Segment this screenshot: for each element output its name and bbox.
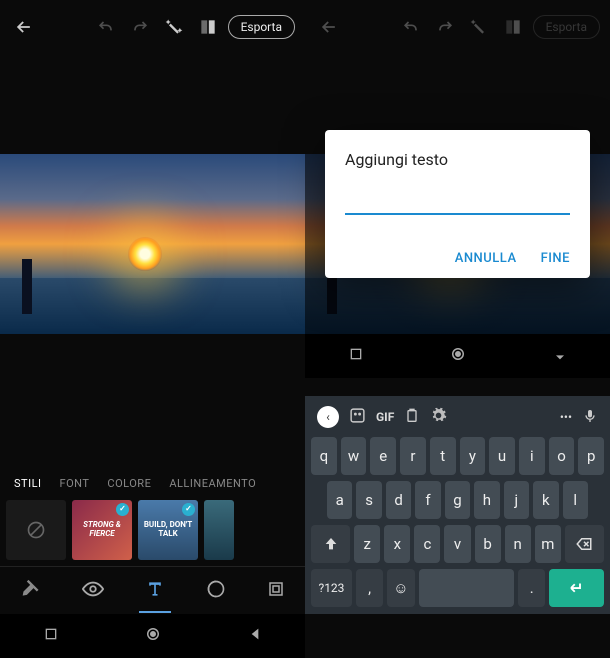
key-row-4: ?123 , ☺ . <box>309 566 606 610</box>
shift-key[interactable] <box>311 525 350 563</box>
premium-badge-icon: ✓ <box>182 503 195 516</box>
heal-tool-icon[interactable] <box>11 571 51 611</box>
text-edit-tabs: STILI FONT COLORE ALLINEAMENTO <box>0 467 305 500</box>
nav-back-icon[interactable] <box>247 626 263 646</box>
key-n[interactable]: n <box>505 525 531 563</box>
image-canvas[interactable] <box>0 154 305 334</box>
back-icon[interactable] <box>315 13 343 41</box>
style-label: BUILD, DON'T TALK <box>138 521 198 539</box>
redo-icon[interactable] <box>126 13 154 41</box>
key-h[interactable]: h <box>474 481 499 519</box>
key-m[interactable]: m <box>535 525 561 563</box>
bottom-toolbar <box>0 566 305 614</box>
style-preset-3[interactable] <box>204 500 234 560</box>
cancel-button[interactable]: ANNULLA <box>455 251 517 266</box>
frame-tool-icon[interactable] <box>257 572 295 610</box>
settings-icon[interactable] <box>430 407 447 427</box>
wand-icon[interactable] <box>465 13 493 41</box>
key-o[interactable]: o <box>549 437 575 475</box>
key-k[interactable]: k <box>533 481 558 519</box>
key-j[interactable]: j <box>504 481 529 519</box>
key-b[interactable]: b <box>475 525 501 563</box>
key-row-3: zxcvbnm <box>309 522 606 566</box>
key-s[interactable]: s <box>356 481 381 519</box>
key-row-2: asdfghjkl <box>309 478 606 522</box>
back-icon[interactable] <box>10 13 38 41</box>
key-w[interactable]: w <box>341 437 367 475</box>
style-label: STRONG & FIERCE <box>72 521 132 539</box>
key-i[interactable]: i <box>519 437 545 475</box>
comma-key[interactable]: , <box>356 569 383 607</box>
key-row-1: qwertyuiop <box>309 434 606 478</box>
nav-recent-icon[interactable] <box>348 346 364 366</box>
redo-icon[interactable] <box>431 13 459 41</box>
key-z[interactable]: z <box>354 525 380 563</box>
period-key[interactable]: . <box>518 569 545 607</box>
mic-icon[interactable] <box>582 408 598 427</box>
key-r[interactable]: r <box>400 437 426 475</box>
nav-keyboard-hide-icon[interactable] <box>552 346 568 366</box>
soft-keyboard: ‹ GIF ••• qwertyuiop asdfghjkl zxcvbnm ?… <box>305 396 610 614</box>
tab-styles[interactable]: STILI <box>14 477 42 490</box>
key-d[interactable]: d <box>386 481 411 519</box>
topbar: Esporta <box>0 0 305 54</box>
key-g[interactable]: g <box>445 481 470 519</box>
backspace-key[interactable] <box>565 525 604 563</box>
gif-button[interactable]: GIF <box>376 410 394 424</box>
dialog-title: Aggiungi testo <box>345 150 570 169</box>
key-x[interactable]: x <box>384 525 410 563</box>
key-l[interactable]: l <box>563 481 588 519</box>
key-u[interactable]: u <box>489 437 515 475</box>
undo-icon[interactable] <box>397 13 425 41</box>
nav-home-icon[interactable] <box>449 345 467 367</box>
text-tool-icon[interactable] <box>135 571 175 611</box>
tab-alignment[interactable]: ALLINEAMENTO <box>169 477 256 490</box>
eye-tool-icon[interactable] <box>72 570 114 612</box>
editor-pane-right: Esporta Aggiungi testo ANNULLA FINE ‹ GI… <box>305 0 610 658</box>
keyboard-collapse-icon[interactable]: ‹ <box>317 406 339 428</box>
tab-font[interactable]: FONT <box>60 477 90 490</box>
enter-key[interactable] <box>549 569 604 607</box>
key-e[interactable]: e <box>370 437 396 475</box>
keyboard-more-icon[interactable]: ••• <box>560 410 572 424</box>
premium-badge-icon: ✓ <box>116 503 129 516</box>
key-q[interactable]: q <box>311 437 337 475</box>
android-nav-bar <box>0 614 305 658</box>
style-none[interactable] <box>6 500 66 560</box>
style-preset-1[interactable]: ✓ STRONG & FIERCE <box>72 500 132 560</box>
export-button[interactable]: Esporta <box>228 15 295 39</box>
effects-tool-icon[interactable] <box>196 571 236 611</box>
wand-icon[interactable] <box>160 13 188 41</box>
emoji-key[interactable]: ☺ <box>387 569 414 607</box>
key-t[interactable]: t <box>430 437 456 475</box>
export-button[interactable]: Esporta <box>533 15 600 39</box>
style-presets-strip[interactable]: ✓ STRONG & FIERCE ✓ BUILD, DON'T TALK <box>0 500 305 566</box>
editor-pane-left: Esporta STILI FONT COLORE ALLINEAMENTO ✓… <box>0 0 305 658</box>
key-a[interactable]: a <box>327 481 352 519</box>
text-input[interactable] <box>345 189 570 215</box>
tab-color[interactable]: COLORE <box>107 477 151 490</box>
undo-icon[interactable] <box>92 13 120 41</box>
nav-recent-icon[interactable] <box>43 626 59 646</box>
space-key[interactable] <box>419 569 515 607</box>
android-nav-bar <box>305 334 610 378</box>
compare-icon[interactable] <box>194 13 222 41</box>
clipboard-icon[interactable] <box>404 408 420 427</box>
key-p[interactable]: p <box>578 437 604 475</box>
sticker-icon[interactable] <box>349 407 366 427</box>
compare-icon[interactable] <box>499 13 527 41</box>
add-text-dialog: Aggiungi testo ANNULLA FINE <box>325 130 590 278</box>
done-button[interactable]: FINE <box>541 251 570 266</box>
key-f[interactable]: f <box>415 481 440 519</box>
style-preset-2[interactable]: ✓ BUILD, DON'T TALK <box>138 500 198 560</box>
topbar: Esporta <box>305 0 610 54</box>
key-v[interactable]: v <box>444 525 470 563</box>
symbols-key[interactable]: ?123 <box>311 569 352 607</box>
key-c[interactable]: c <box>414 525 440 563</box>
nav-home-icon[interactable] <box>144 625 162 647</box>
key-y[interactable]: y <box>460 437 486 475</box>
